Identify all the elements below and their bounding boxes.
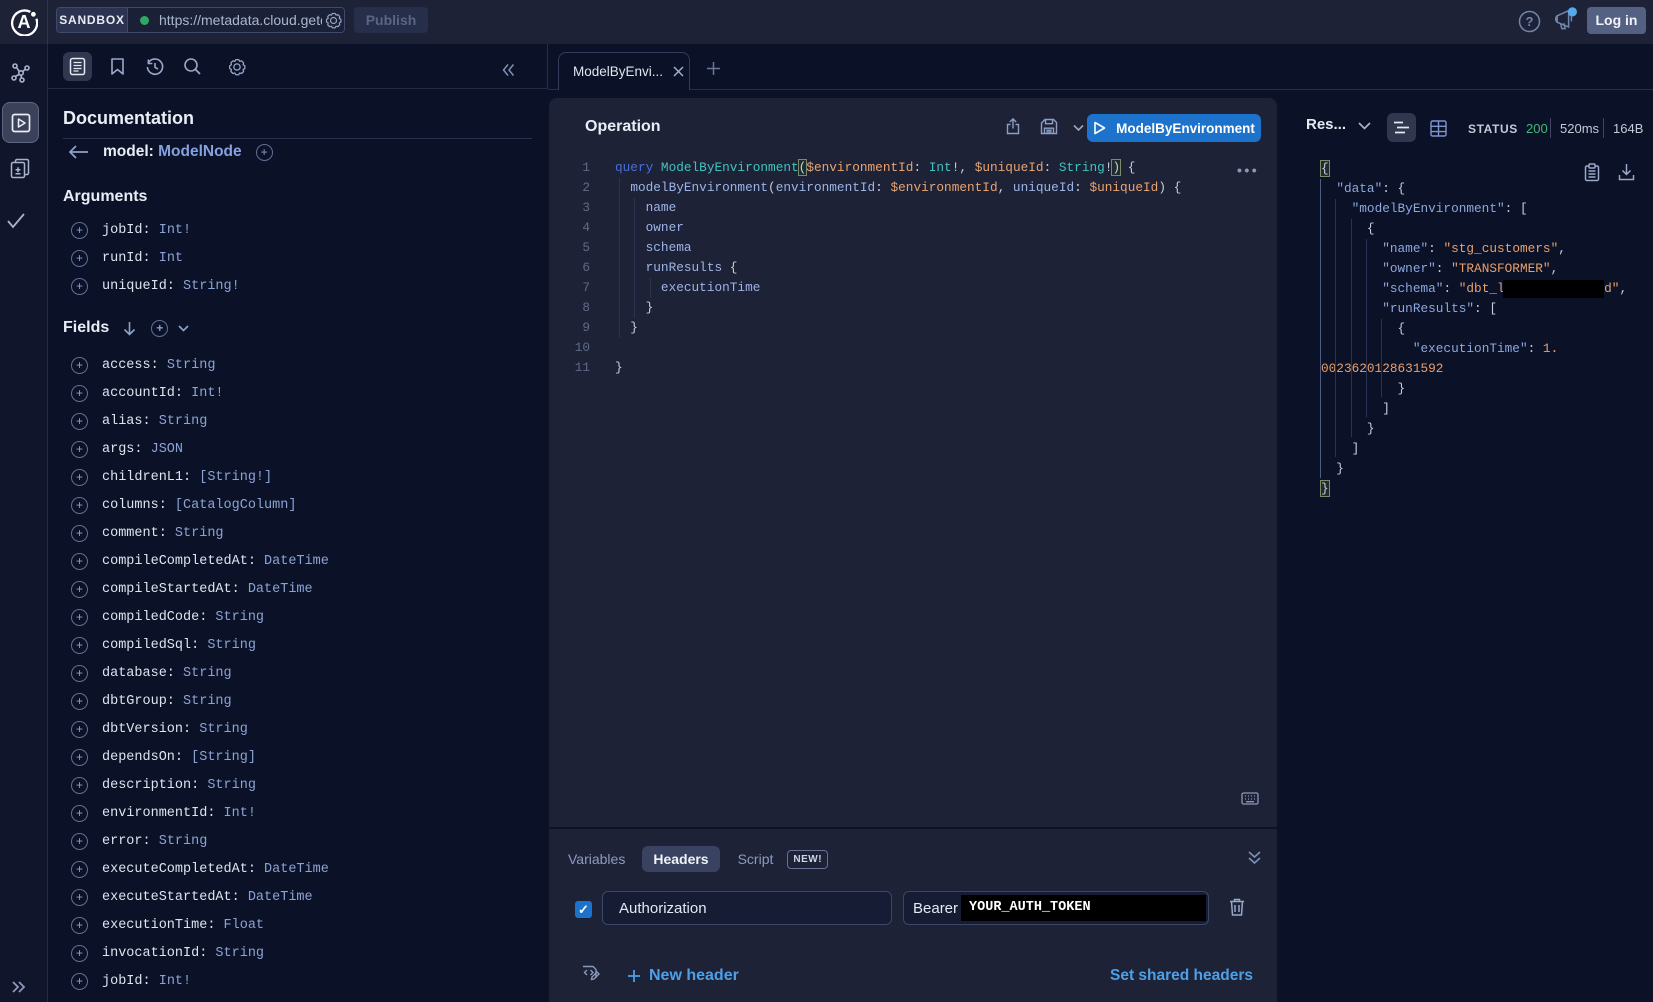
- svg-text:?: ?: [1526, 14, 1534, 29]
- svg-text:A: A: [18, 12, 31, 32]
